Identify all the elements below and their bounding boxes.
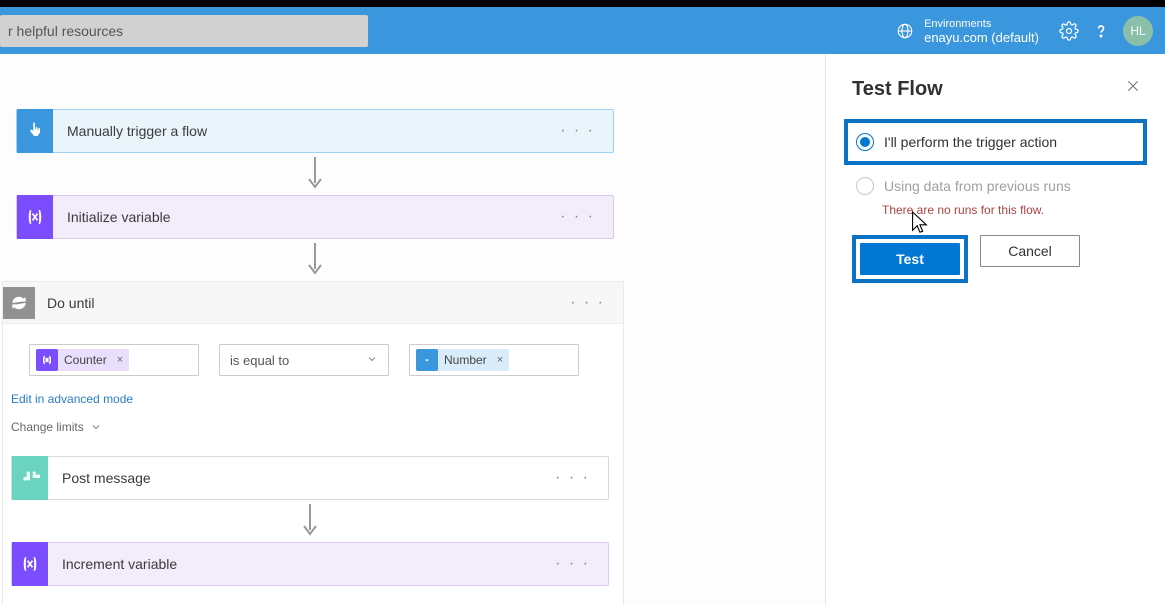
card-increment-variable[interactable]: Increment variable · · · bbox=[11, 542, 609, 586]
token-counter[interactable]: Counter × bbox=[36, 349, 129, 371]
change-limits-link[interactable]: Change limits bbox=[3, 412, 110, 442]
connector-arrow bbox=[11, 500, 609, 542]
loop-icon bbox=[3, 287, 35, 319]
variable-icon bbox=[17, 195, 53, 239]
token-label: Counter bbox=[64, 353, 107, 367]
highlight-box: I'll perform the trigger action bbox=[844, 119, 1147, 165]
card-menu-icon[interactable]: · · · bbox=[542, 208, 613, 226]
radio-manual-trigger[interactable]: I'll perform the trigger action bbox=[852, 127, 1139, 157]
card-initialize-variable[interactable]: Initialize variable · · · bbox=[16, 195, 614, 239]
help-icon[interactable] bbox=[1091, 21, 1111, 41]
card-menu-icon[interactable]: · · · bbox=[552, 294, 623, 312]
slack-icon bbox=[12, 456, 48, 500]
radio-previous-runs: Using data from previous runs bbox=[852, 171, 1139, 201]
test-flow-panel: Test Flow I'll perform the trigger actio… bbox=[825, 54, 1165, 605]
gear-icon[interactable] bbox=[1059, 21, 1079, 41]
highlight-box: Test bbox=[852, 235, 968, 283]
avatar[interactable]: HL bbox=[1123, 16, 1153, 46]
variable-icon bbox=[12, 542, 48, 586]
radio-label: I'll perform the trigger action bbox=[884, 134, 1057, 150]
panel-title: Test Flow bbox=[852, 78, 1139, 101]
token-remove-icon[interactable]: × bbox=[497, 354, 503, 366]
chevron-down-icon bbox=[366, 353, 378, 368]
flow-canvas: Manually trigger a flow · · · Initialize… bbox=[0, 54, 825, 605]
environment-name: enayu.com (default) bbox=[924, 31, 1039, 45]
cancel-button[interactable]: Cancel bbox=[980, 235, 1080, 267]
card-do-until[interactable]: Do until · · · Counter × is equal to bbox=[2, 281, 624, 605]
card-menu-icon[interactable]: · · · bbox=[537, 469, 608, 487]
token-label: Number bbox=[444, 353, 487, 367]
edit-advanced-mode-link[interactable]: Edit in advanced mode bbox=[3, 386, 141, 412]
connector-arrow bbox=[16, 239, 614, 281]
panel-buttons: Test Cancel bbox=[852, 235, 1139, 283]
window-title-bar bbox=[0, 0, 1165, 7]
environment-label: Environments bbox=[924, 17, 1039, 31]
card-title: Initialize variable bbox=[53, 197, 542, 237]
app-header: Environments enayu.com (default) HL bbox=[0, 7, 1165, 54]
card-menu-icon[interactable]: · · · bbox=[542, 122, 613, 140]
radio-icon bbox=[856, 133, 874, 151]
no-runs-message: There are no runs for this flow. bbox=[882, 203, 1139, 217]
test-button[interactable]: Test bbox=[860, 243, 960, 275]
condition-operator-select[interactable]: is equal to bbox=[219, 344, 389, 376]
token-number[interactable]: Number × bbox=[416, 349, 509, 371]
globe-icon bbox=[896, 22, 914, 40]
trigger-icon bbox=[17, 109, 53, 153]
condition-row: Counter × is equal to Number × bbox=[3, 324, 623, 386]
operator-label: is equal to bbox=[230, 353, 289, 368]
radio-icon bbox=[856, 177, 874, 195]
connector-arrow bbox=[16, 153, 614, 195]
card-title: Manually trigger a flow bbox=[53, 111, 542, 151]
input-icon bbox=[416, 349, 438, 371]
header-right: Environments enayu.com (default) HL bbox=[896, 7, 1165, 54]
card-title: Increment variable bbox=[48, 544, 537, 584]
search-box[interactable] bbox=[0, 15, 368, 47]
card-manual-trigger[interactable]: Manually trigger a flow · · · bbox=[16, 109, 614, 153]
search-input[interactable] bbox=[8, 23, 360, 39]
close-icon[interactable] bbox=[1125, 78, 1141, 99]
radio-label: Using data from previous runs bbox=[884, 178, 1071, 194]
limits-label: Change limits bbox=[11, 420, 84, 434]
token-remove-icon[interactable]: × bbox=[117, 354, 123, 366]
environment-picker[interactable]: Environments enayu.com (default) bbox=[896, 17, 1039, 45]
card-post-message[interactable]: Post message · · · bbox=[11, 456, 609, 500]
condition-left-input[interactable]: Counter × bbox=[29, 344, 199, 376]
condition-right-input[interactable]: Number × bbox=[409, 344, 579, 376]
card-menu-icon[interactable]: · · · bbox=[537, 555, 608, 573]
card-title: Post message bbox=[48, 458, 537, 498]
variable-icon bbox=[36, 349, 58, 371]
chevron-down-icon bbox=[90, 421, 102, 433]
card-title: Do until bbox=[43, 295, 552, 311]
